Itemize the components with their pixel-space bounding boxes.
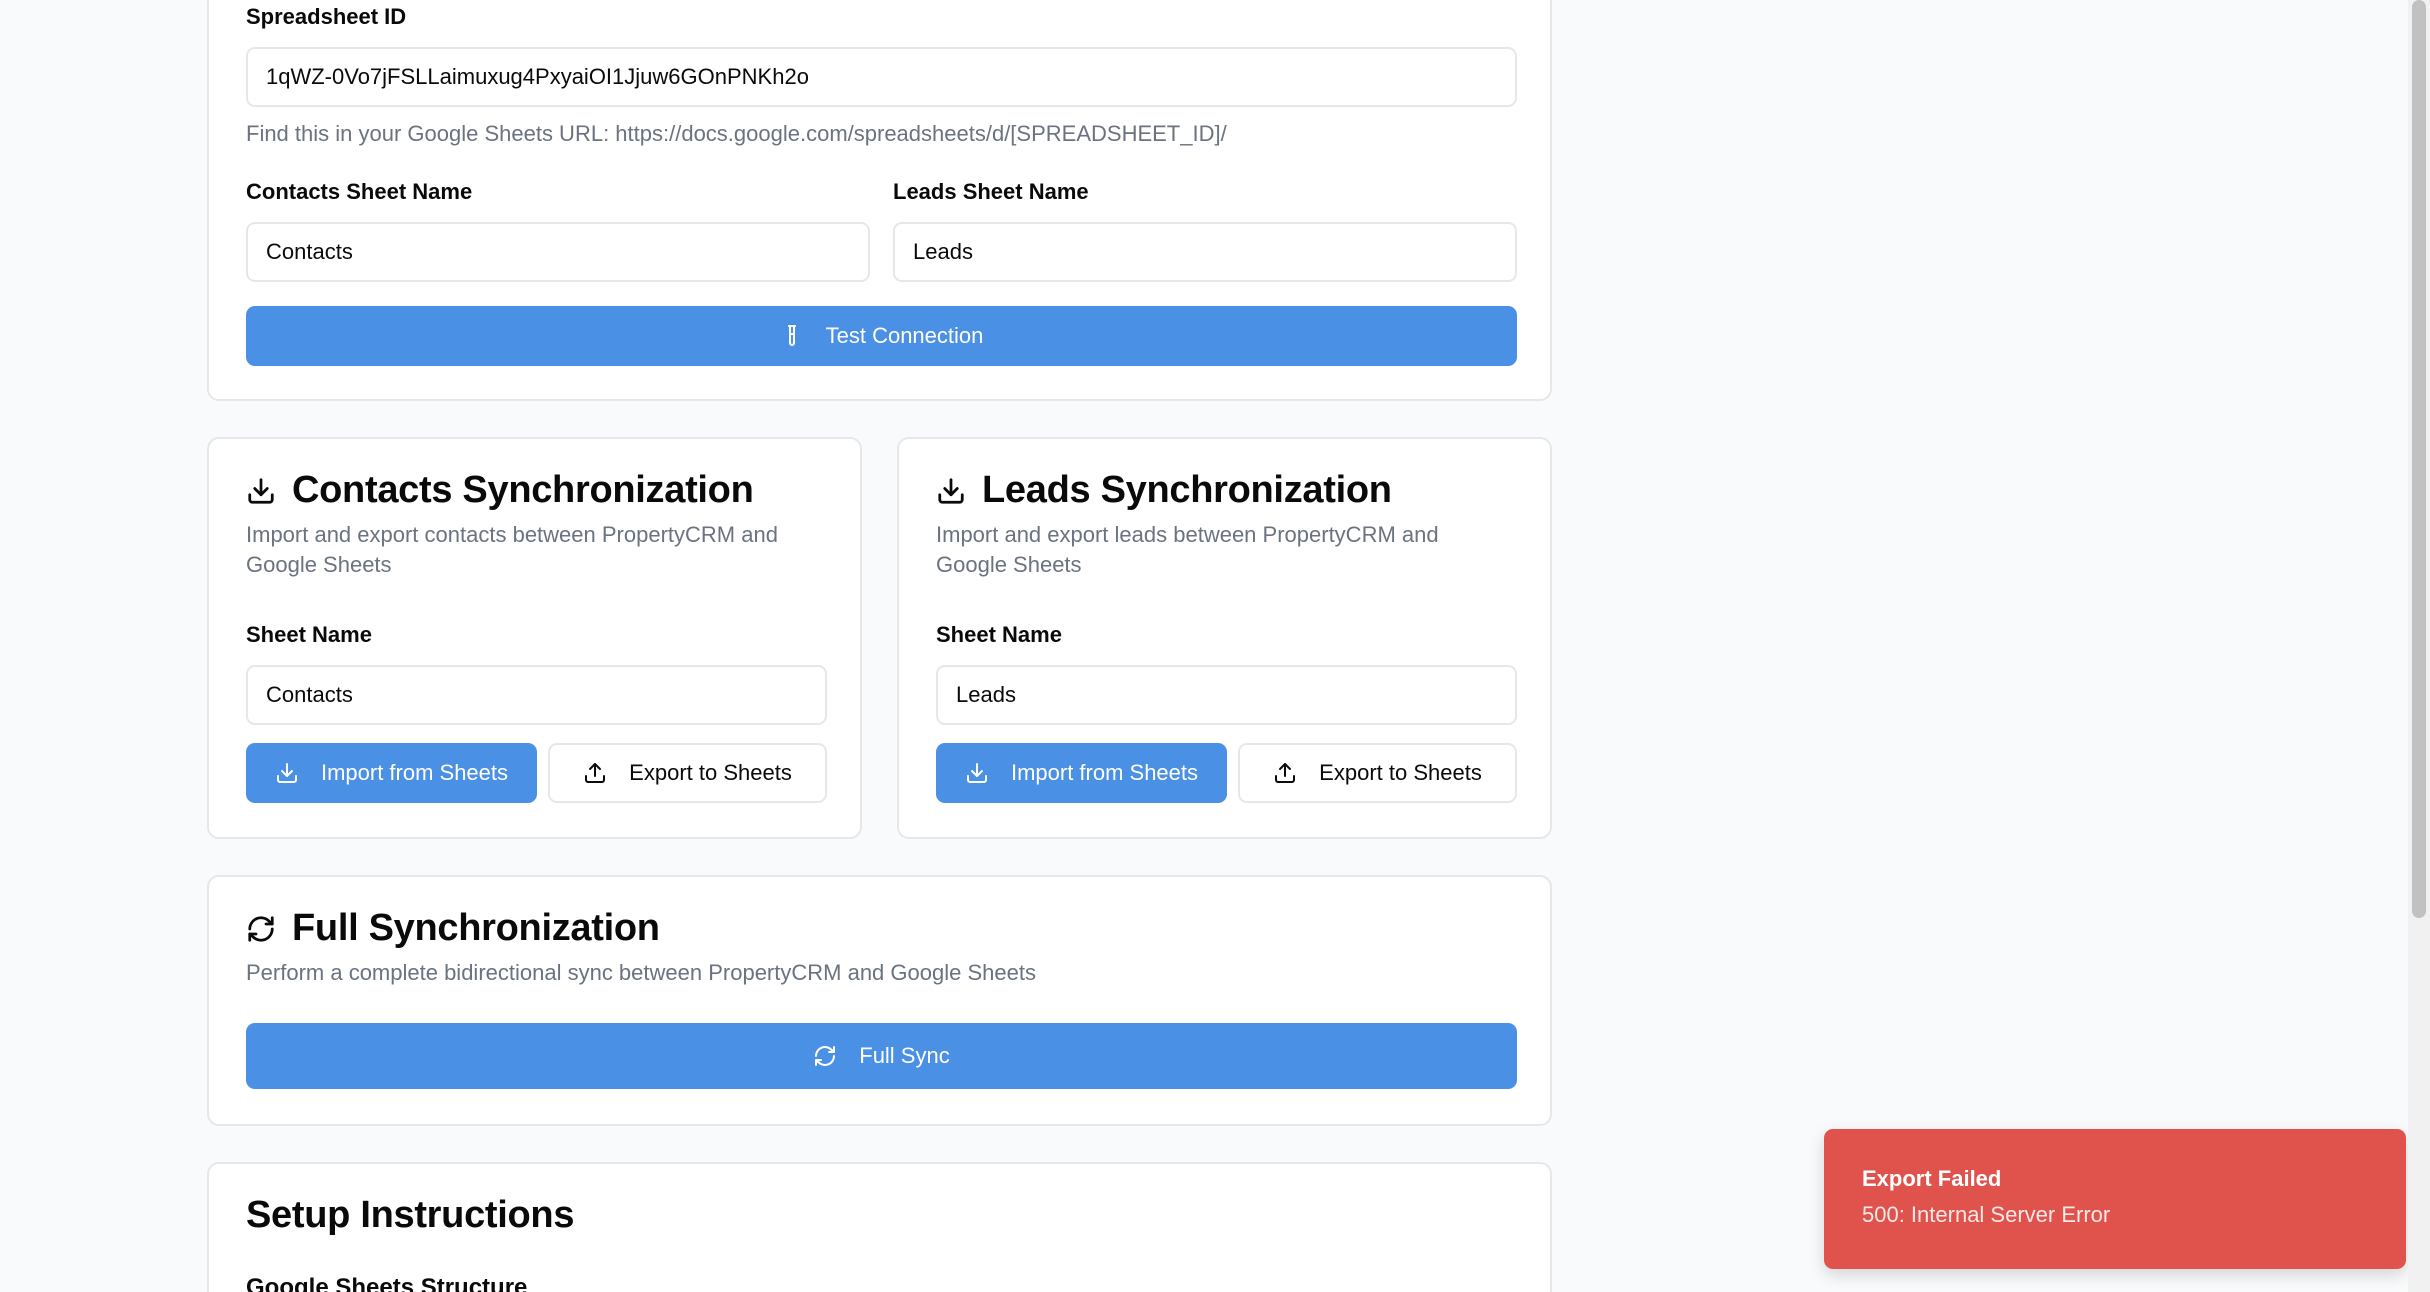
download-icon (938, 477, 964, 504)
contacts-import-label: Import from Sheets (320, 760, 509, 785)
contacts-import-button[interactable]: Import from Sheets (246, 743, 537, 803)
leads-import-button[interactable]: Import from Sheets (936, 743, 1227, 803)
error-toast[interactable]: Export Failed 500: Internal Server Error (1824, 1129, 2406, 1269)
leads-export-label: Export to Sheets (1319, 760, 1482, 785)
test-tube-icon (787, 325, 796, 346)
scrollbar-track[interactable] (2408, 0, 2430, 1292)
contacts-sheet-name-label: Sheet Name (246, 622, 372, 647)
contacts-sync-card: Contacts Synchronization Import and expo… (207, 437, 862, 839)
contacts-sheet-name-input[interactable]: Contacts (246, 665, 827, 725)
test-connection-button[interactable]: Test Connection (246, 306, 1517, 366)
spreadsheet-id-label: Spreadsheet ID (246, 4, 407, 29)
full-sync-title-text: Full Synchronization (292, 907, 660, 949)
leads-sheet-label: Leads Sheet Name (893, 179, 1089, 204)
test-connection-label: Test Connection (825, 323, 984, 348)
leads-export-button[interactable]: Export to Sheets (1238, 743, 1517, 803)
full-sync-button-label: Full Sync (859, 1043, 950, 1068)
upload-icon (585, 763, 606, 783)
leads-sheet-name-label: Sheet Name (936, 622, 1062, 647)
scrollbar-thumb[interactable] (2412, 0, 2426, 918)
setup-subtitle: Google Sheets Structure (246, 1274, 528, 1292)
toast-title: Export Failed (1862, 1166, 2002, 1191)
spreadsheet-id-input[interactable]: 1qWZ-0Vo7jFSLLaimuxug4PxyaiOI1Jjuw6GOnPN… (246, 47, 1517, 107)
full-sync-button[interactable]: Full Sync (246, 1023, 1517, 1089)
download-icon (248, 477, 274, 504)
leads-import-label: Import from Sheets (1010, 760, 1199, 785)
refresh-icon (815, 1046, 836, 1066)
leads-sync-card: Leads Synchronization Import and export … (897, 437, 1552, 839)
leads-sheet-name-input[interactable]: Leads (936, 665, 1517, 725)
full-sync-card: Full Synchronization Perform a complete … (207, 875, 1552, 1126)
contacts-sync-title-text: Contacts Synchronization (292, 469, 754, 511)
toast-message: 500: Internal Server Error (1862, 1202, 2111, 1227)
contacts-sheet-input[interactable]: Contacts (246, 222, 870, 282)
contacts-sync-description: Import and export contacts between Prope… (246, 522, 778, 577)
leads-sheet-input[interactable]: Leads (893, 222, 1517, 282)
download-icon (276, 763, 297, 783)
connection-card: Spreadsheet ID 1qWZ-0Vo7jFSLLaimuxug4Pxy… (207, 0, 1552, 401)
leads-sync-title: Leads Synchronization (936, 469, 1392, 512)
contacts-export-button[interactable]: Export to Sheets (548, 743, 827, 803)
upload-icon (1275, 763, 1296, 783)
leads-sync-title-text: Leads Synchronization (982, 469, 1392, 511)
contacts-sheet-label: Contacts Sheet Name (246, 179, 473, 204)
full-sync-description: Perform a complete bidirectional sync be… (246, 960, 1036, 985)
setup-title: Setup Instructions (246, 1194, 575, 1236)
contacts-export-label: Export to Sheets (629, 760, 792, 785)
leads-sync-description: Import and export leads between Property… (936, 522, 1439, 577)
setup-card: Setup Instructions Google Sheets Structu… (207, 1162, 1552, 1292)
refresh-icon (248, 915, 274, 942)
contacts-sync-title: Contacts Synchronization (246, 469, 754, 512)
full-sync-title: Full Synchronization (246, 907, 660, 950)
spreadsheet-id-help: Find this in your Google Sheets URL: htt… (246, 121, 1227, 146)
download-icon (966, 763, 987, 783)
